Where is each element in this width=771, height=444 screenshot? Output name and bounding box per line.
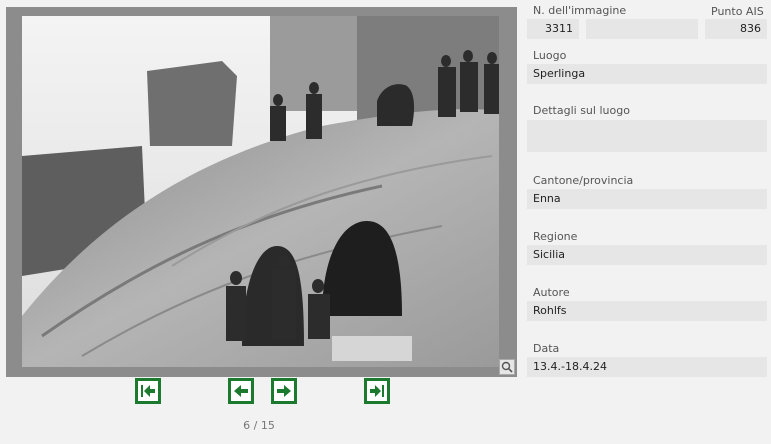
place-details-value: [527, 120, 767, 152]
first-page-icon: [141, 385, 155, 397]
ais-point-value: 836: [705, 19, 767, 39]
author-label: Autore: [533, 286, 570, 299]
image-number-label: N. dell'immagine: [533, 4, 627, 17]
place-label: Luogo: [533, 49, 567, 62]
previous-arrow-icon: [234, 385, 248, 397]
photograph: [22, 16, 499, 367]
author-value: Rohlfs: [527, 301, 767, 321]
zoom-button[interactable]: [499, 359, 515, 375]
next-arrow-icon: [277, 385, 291, 397]
canton-label: Cantone/provincia: [533, 174, 634, 187]
image-counter: 6 / 15: [243, 419, 275, 432]
canton-value: Enna: [527, 189, 767, 209]
next-image-button[interactable]: [271, 378, 297, 404]
date-value: 13.4.-18.4.24: [527, 357, 767, 377]
region-value: Sicilia: [527, 245, 767, 265]
magnifier-icon: [501, 361, 513, 373]
image-number-value: 3311: [527, 19, 579, 39]
first-image-button[interactable]: [135, 378, 161, 404]
image-viewer: [6, 7, 517, 377]
place-details-label: Dettagli sul luogo: [533, 104, 630, 117]
place-value: Sperlinga: [527, 64, 767, 84]
date-label: Data: [533, 342, 560, 355]
ais-point-label: Punto AIS: [711, 5, 764, 18]
last-image-button[interactable]: [364, 378, 390, 404]
last-page-icon: [370, 385, 384, 397]
region-label: Regione: [533, 230, 578, 243]
previous-image-button[interactable]: [228, 378, 254, 404]
image-number-extra-field: [586, 19, 698, 39]
